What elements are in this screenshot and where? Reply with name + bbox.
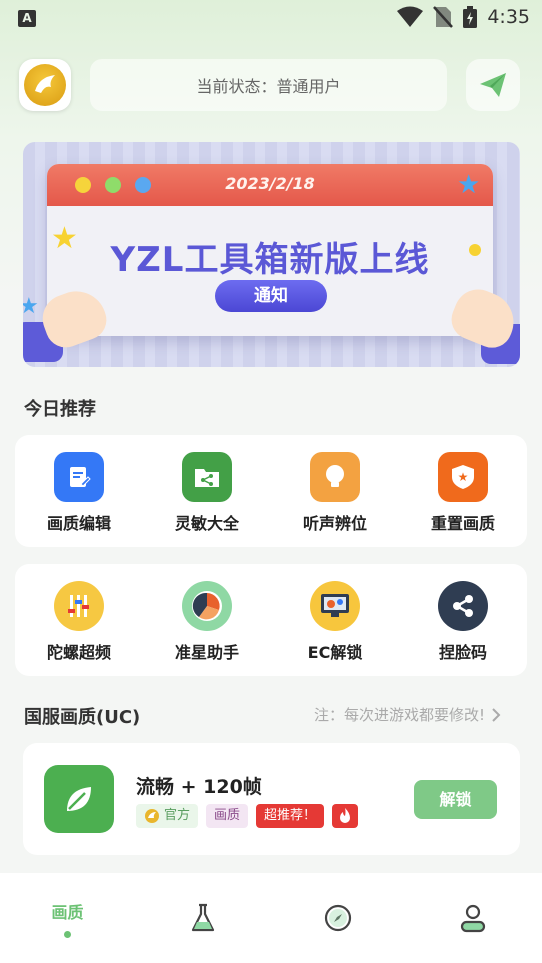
accessibility-icon: A — [18, 10, 36, 27]
tool-label: 画质编辑 — [46, 514, 111, 533]
svg-text:★: ★ — [458, 470, 469, 484]
sliders-icon — [54, 581, 104, 631]
section-title-quality: 国服画质(UC) — [24, 707, 141, 728]
bulb-icon — [310, 452, 360, 502]
leaf-icon — [44, 765, 114, 833]
tag-quality: 画质 — [206, 804, 249, 828]
star-icon: ★ — [23, 294, 39, 319]
unlock-button[interactable]: 解锁 — [414, 780, 497, 819]
notice-button[interactable]: 通知 — [215, 280, 327, 312]
pie-crosshair-icon — [182, 581, 232, 631]
mode-title: 流畅 + 120帧 — [136, 776, 262, 798]
paper-plane-icon — [480, 73, 506, 97]
nav-tab-quality[interactable]: 画质 — [0, 873, 135, 963]
logo-bird-icon — [35, 75, 55, 93]
nav-tab-label: 画质 — [51, 902, 84, 922]
flask-icon — [191, 903, 214, 932]
tool-quality-edit[interactable]: 画质编辑 — [15, 452, 143, 534]
official-badge-icon — [145, 809, 159, 823]
tool-label: 听声辨位 — [302, 514, 367, 533]
tool-label: 陀螺超频 — [46, 643, 111, 662]
tool-label: EC解锁 — [307, 643, 363, 662]
monitor-gear-icon — [310, 581, 360, 631]
status-icons: 4:35 — [397, 6, 530, 28]
nav-tab-lab[interactable] — [135, 873, 270, 963]
tag-official-label: 官方 — [164, 808, 191, 823]
chevron-right-icon — [492, 707, 501, 722]
nav-tab-discover[interactable] — [270, 873, 405, 963]
tool-sensitivity[interactable]: 灵敏大全 — [143, 452, 271, 534]
no-sim-icon — [433, 6, 454, 28]
quality-mode-card: 流畅 + 120帧 官方 画质 超推荐！ 解锁 — [23, 743, 520, 855]
wifi-icon — [397, 6, 424, 27]
yellow-dot — [469, 244, 481, 256]
clock: 4:35 — [487, 6, 530, 28]
edit-doc-icon — [54, 452, 104, 502]
star-icon: ★ — [457, 170, 481, 200]
user-status: 当前状态：普通用户 — [90, 59, 447, 111]
tool-face-code[interactable]: 捏脸码 — [399, 581, 527, 663]
banner-window-bar: 2023/2/18 — [47, 164, 493, 206]
note-text: 注：每次进游戏都要修改! — [314, 706, 486, 724]
bottom-nav: 画质 — [0, 873, 542, 963]
tool-sound[interactable]: 听声辨位 — [271, 452, 399, 534]
tool-crosshair[interactable]: 准星助手 — [143, 581, 271, 663]
tool-reset-quality[interactable]: ★ 重置画质 — [399, 452, 527, 534]
tool-label: 重置画质 — [430, 514, 495, 533]
status-bar: A 4:35 — [0, 0, 542, 38]
recommend-row-1: 画质编辑 灵敏大全 听声辨位 ★ 重置画质 — [15, 435, 527, 547]
shield-star-icon: ★ — [438, 452, 488, 502]
nav-tab-profile[interactable] — [405, 873, 540, 963]
avatar[interactable] — [19, 59, 71, 111]
star-icon: ★ — [51, 221, 78, 256]
recommend-row-2: 陀螺超频 准星助手 EC解锁 捏脸码 — [15, 564, 527, 676]
announcement-banner[interactable]: 2023/2/18 YZL工具箱新版上线 通知 ★ ★ ★ — [23, 142, 520, 367]
app-logo — [24, 64, 66, 106]
header: 当前状态：普通用户 — [0, 56, 542, 116]
tool-label: 准星助手 — [174, 643, 239, 662]
tag-official: 官方 — [136, 804, 199, 828]
banner-date: 2023/2/18 — [225, 174, 315, 193]
send-button[interactable] — [466, 59, 520, 111]
banner-card: 2023/2/18 YZL工具箱新版上线 通知 — [47, 164, 493, 336]
battery-charging-icon — [463, 6, 478, 28]
tag-hot: 超推荐！ — [256, 804, 325, 828]
fire-icon — [332, 804, 359, 828]
tool-gyro[interactable]: 陀螺超频 — [15, 581, 143, 663]
share-nodes-icon — [438, 581, 488, 631]
user-icon — [460, 904, 485, 933]
section-title-recommend: 今日推荐 — [24, 399, 96, 420]
tool-label: 灵敏大全 — [174, 514, 239, 533]
active-indicator — [64, 930, 71, 938]
tool-label: 捏脸码 — [438, 643, 487, 662]
tool-ec-unlock[interactable]: EC解锁 — [271, 581, 399, 663]
share-folder-icon — [182, 452, 232, 502]
compass-icon — [324, 904, 351, 932]
mode-tags: 官方 画质 超推荐！ — [136, 804, 359, 828]
quality-note[interactable]: 注：每次进游戏都要修改! — [314, 704, 501, 725]
banner-title: YZL工具箱新版上线 — [110, 240, 430, 280]
